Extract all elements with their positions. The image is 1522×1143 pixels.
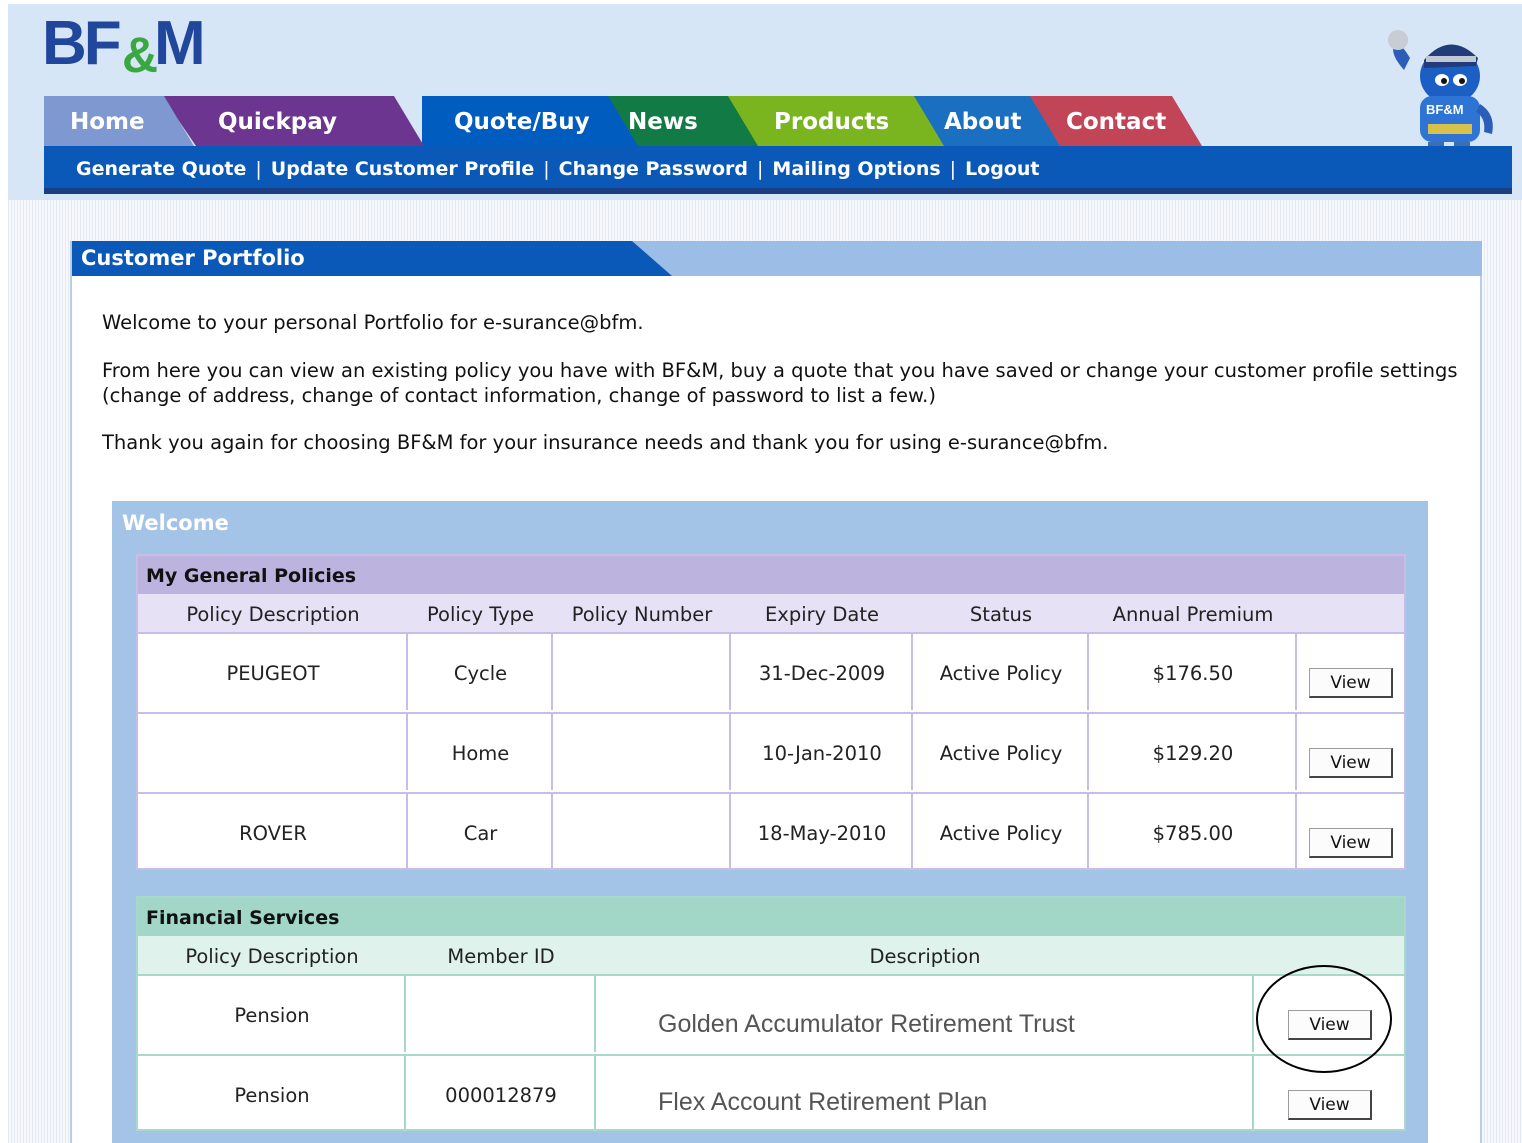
subnav-separator: | <box>543 158 550 180</box>
policy-description-cell: Pension <box>234 1004 310 1027</box>
col-header-policy-description: Policy Description <box>185 945 359 968</box>
subnav-separator: | <box>757 158 764 180</box>
status-cell: Active Policy <box>911 794 1089 870</box>
annual-premium-cell: $129.20 <box>1087 714 1297 790</box>
subnav-update-customer-profile[interactable]: Update Customer Profile <box>271 158 534 180</box>
subnav-separator: | <box>949 158 957 180</box>
welcome-box: Welcome My General Policies Policy Descr… <box>112 501 1428 1143</box>
table-row: PEUGEOT Cycle 31-Dec-2009 Active Policy … <box>138 632 1404 712</box>
policy-number-cell <box>551 634 731 710</box>
table-row: ROVER Car 18-May-2010 Active Policy $785… <box>138 792 1404 872</box>
expiry-date-cell: 18-May-2010 <box>729 794 913 870</box>
subnav-change-password[interactable]: Change Password <box>559 158 748 180</box>
col-header-policy-number: Policy Number <box>571 603 713 626</box>
status-cell: Active Policy <box>911 714 1089 790</box>
general-policies-title: My General Policies <box>138 556 1404 594</box>
portfolio-title: Customer Portfolio <box>72 241 672 276</box>
col-header-status: Status <box>969 603 1033 626</box>
policy-type-cell: Home <box>406 714 553 790</box>
welcome-title: Welcome <box>122 511 229 535</box>
plan-description-cell: Golden Accumulator Retirement Trust <box>594 976 1254 1052</box>
logo-text-ampersand: & <box>122 27 159 83</box>
policy-description-cell <box>138 714 408 790</box>
annual-premium-cell: $176.50 <box>1087 634 1297 710</box>
action-cell: View <box>1295 794 1406 870</box>
intro-welcome-text: Welcome to your personal Portfolio for e… <box>102 311 644 334</box>
view-plan-button[interactable]: View <box>1288 1010 1372 1040</box>
financial-services-header-row: Policy Description Member ID Description <box>138 936 1404 974</box>
view-plan-button[interactable]: View <box>1288 1090 1372 1120</box>
subnav-generate-quote[interactable]: Generate Quote <box>76 158 246 180</box>
policy-description-cell: ROVER <box>239 822 307 845</box>
annual-premium-cell: $785.00 <box>1087 794 1297 870</box>
main-nav-tabs: Contact About Products News Quote/Buy Qu… <box>44 96 1194 146</box>
member-id-cell: 000012879 <box>404 1056 596 1132</box>
policy-description-cell: PEUGEOT <box>226 662 320 685</box>
expiry-date-cell: 31-Dec-2009 <box>729 634 913 710</box>
action-cell: View <box>1252 976 1406 1052</box>
expiry-date-cell: 10-Jan-2010 <box>729 714 913 790</box>
col-header-description: Description <box>869 945 981 968</box>
col-header-policy-description: Policy Description <box>186 603 360 626</box>
action-cell: View <box>1295 634 1406 710</box>
financial-services-title: Financial Services <box>138 898 1404 936</box>
policy-type-cell: Cycle <box>406 634 553 710</box>
subnav-logout[interactable]: Logout <box>965 158 1039 180</box>
action-cell: View <box>1295 714 1406 790</box>
logo-text-bf: BF <box>42 9 122 78</box>
policy-description-cell: Pension <box>234 1084 310 1107</box>
tab-quote-buy[interactable]: Quote/Buy <box>422 96 638 146</box>
mascot-badge-text: BF&M <box>1426 102 1464 117</box>
table-row: Pension Golden Accumulator Retirement Tr… <box>138 974 1404 1054</box>
member-id-cell <box>404 976 596 1052</box>
intro-description-text: From here you can view an existing polic… <box>102 359 1458 407</box>
logo-text-m: M <box>154 9 206 78</box>
financial-services-section: Financial Services Policy Description Me… <box>136 896 1406 1134</box>
table-row: Home 10-Jan-2010 Active Policy $129.20 V… <box>138 712 1404 792</box>
status-cell: Active Policy <box>911 634 1089 710</box>
table-row: Pension 000012879 Flex Account Retiremen… <box>138 1054 1404 1134</box>
intro-thanks-text: Thank you again for choosing BF&M for yo… <box>102 431 1109 454</box>
policy-number-cell <box>551 714 731 790</box>
policy-type-cell: Car <box>406 794 553 870</box>
policy-number-cell <box>551 794 731 870</box>
subnav-mailing-options[interactable]: Mailing Options <box>772 158 940 180</box>
col-header-policy-type: Policy Type <box>426 603 535 626</box>
general-policies-header-row: Policy Description Policy Type Policy Nu… <box>138 594 1404 632</box>
view-policy-button[interactable]: View <box>1309 748 1393 778</box>
plan-description-cell: Flex Account Retirement Plan <box>594 1056 1254 1132</box>
tab-quickpay[interactable]: Quickpay <box>162 96 424 146</box>
subnav-separator: | <box>255 158 262 180</box>
col-header-annual-premium: Annual Premium <box>1112 603 1274 626</box>
view-policy-button[interactable]: View <box>1309 668 1393 698</box>
customer-portfolio-panel: Customer Portfolio Welcome to your perso… <box>70 241 1482 1143</box>
sub-navigation: Generate Quote | Update Customer Profile | C… <box>44 146 1512 194</box>
general-policies-section: My General Policies Policy Description P… <box>136 554 1406 870</box>
col-header-expiry-date: Expiry Date <box>764 603 880 626</box>
view-policy-button[interactable]: View <box>1309 828 1393 858</box>
action-cell: View <box>1252 1056 1406 1132</box>
col-header-member-id: Member ID <box>447 945 555 968</box>
